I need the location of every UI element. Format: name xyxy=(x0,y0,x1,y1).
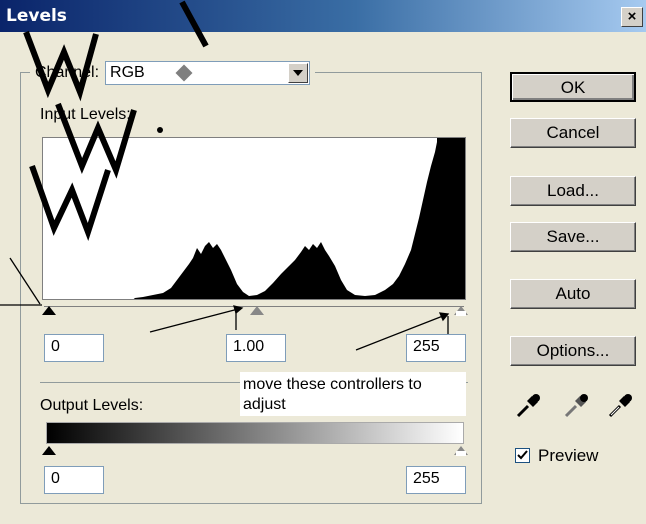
input-black-slider[interactable] xyxy=(42,306,56,315)
auto-button[interactable]: Auto xyxy=(510,279,636,309)
input-white-slider-fill xyxy=(456,311,466,316)
channel-select[interactable]: RGB xyxy=(105,61,311,85)
white-eyedropper-icon[interactable] xyxy=(606,390,636,420)
options-button[interactable]: Options... xyxy=(510,336,636,366)
ok-button[interactable]: OK xyxy=(510,72,636,102)
annotation-callout: move these controllers to adjust xyxy=(240,372,466,416)
title-bar: Levels × xyxy=(0,0,646,32)
histogram-graph xyxy=(133,138,465,299)
save-button[interactable]: Save... xyxy=(510,222,636,252)
output-levels-label: Output Levels: xyxy=(40,397,144,414)
checkmark-icon xyxy=(517,450,528,460)
input-gamma-field[interactable]: 1.00 xyxy=(226,334,286,362)
watermark-diamond xyxy=(175,64,193,82)
output-gradient xyxy=(46,422,464,444)
output-white-field[interactable]: 255 xyxy=(406,466,466,494)
window-title: Levels xyxy=(6,6,67,26)
channel-label: Channel: xyxy=(35,64,100,81)
cancel-button[interactable]: Cancel xyxy=(510,118,636,148)
input-levels-label: Input Levels: xyxy=(40,106,131,123)
black-eyedropper-icon[interactable] xyxy=(514,390,544,420)
output-black-field[interactable]: 0 xyxy=(44,466,104,494)
channel-row: Channel: RGB xyxy=(30,61,316,85)
input-white-field[interactable]: 255 xyxy=(406,334,466,362)
close-icon: × xyxy=(627,8,637,25)
preview-checkbox[interactable] xyxy=(515,448,530,463)
channel-value: RGB xyxy=(110,64,145,81)
output-white-slider-fill xyxy=(456,451,466,456)
histogram xyxy=(42,137,466,300)
gray-eyedropper-icon[interactable] xyxy=(562,390,592,420)
input-gamma-slider[interactable] xyxy=(250,306,264,315)
load-button[interactable]: Load... xyxy=(510,176,636,206)
input-black-field[interactable]: 0 xyxy=(44,334,104,362)
close-button[interactable]: × xyxy=(621,7,643,27)
output-black-slider[interactable] xyxy=(42,446,56,455)
preview-label: Preview xyxy=(538,446,599,465)
chevron-down-icon[interactable] xyxy=(288,63,309,83)
